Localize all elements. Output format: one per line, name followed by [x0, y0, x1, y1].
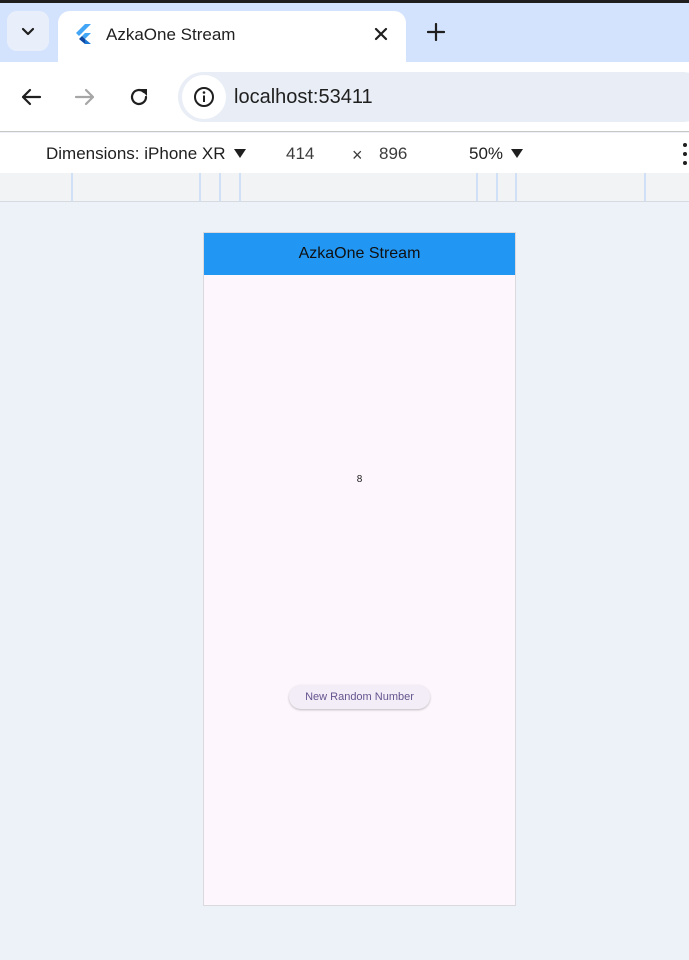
new-random-number-button[interactable]: New Random Number: [289, 685, 430, 709]
caret-down-icon: [233, 149, 246, 158]
app-bar: AzkaOne Stream: [204, 233, 515, 275]
tab-title: AzkaOne Stream: [106, 25, 236, 44]
info-icon: [194, 87, 214, 107]
dimensions-label: Dimensions: iPhone XR: [46, 144, 226, 163]
dimensions-dropdown[interactable]: Dimensions: iPhone XR: [46, 144, 246, 164]
width-input[interactable]: 414: [286, 144, 314, 164]
zoom-label: 50%: [469, 144, 504, 163]
more-vertical-icon[interactable]: [681, 143, 689, 165]
plus-icon: [427, 23, 445, 41]
caret-down-icon: [511, 149, 524, 158]
arrow-right-icon: [74, 88, 95, 106]
media-query-marker[interactable]: [239, 173, 241, 201]
media-query-marker[interactable]: [476, 173, 478, 201]
media-query-marker[interactable]: [644, 173, 646, 201]
media-query-marker[interactable]: [496, 173, 498, 201]
close-icon: [374, 27, 388, 41]
chevron-down-icon: [21, 27, 35, 36]
reload-icon: [130, 88, 148, 106]
new-tab-button[interactable]: [422, 18, 450, 46]
flutter-icon: [76, 24, 91, 44]
random-number: 8: [356, 474, 363, 485]
media-query-marker[interactable]: [515, 173, 517, 201]
back-button[interactable]: [16, 82, 46, 112]
media-query-bar: [0, 173, 689, 202]
url-text: localhost:53411: [234, 86, 373, 108]
browser-toolbar: localhost:53411: [0, 62, 689, 132]
window-top-edge: [0, 0, 689, 3]
address-bar[interactable]: localhost:53411: [178, 72, 689, 122]
device-toolbar: Dimensions: iPhone XR 414 × 896 50%: [0, 133, 689, 173]
forward-button[interactable]: [70, 82, 100, 112]
arrow-left-icon: [21, 88, 42, 106]
media-query-marker[interactable]: [199, 173, 201, 201]
device-viewport: AzkaOne Stream 8 New Random Number: [203, 232, 516, 906]
zoom-dropdown[interactable]: 50%: [469, 144, 524, 164]
close-tab-button[interactable]: [370, 23, 392, 45]
tab-search-button[interactable]: [7, 11, 49, 51]
active-tab[interactable]: AzkaOne Stream: [58, 11, 406, 62]
media-query-marker[interactable]: [219, 173, 221, 201]
media-query-marker[interactable]: [71, 173, 73, 201]
app-title: AzkaOne Stream: [298, 245, 421, 262]
site-info-button[interactable]: [182, 75, 226, 119]
height-input[interactable]: 896: [379, 144, 407, 164]
tab-strip: AzkaOne Stream: [0, 0, 689, 62]
dimension-separator: ×: [352, 145, 363, 165]
reload-button[interactable]: [124, 82, 154, 112]
